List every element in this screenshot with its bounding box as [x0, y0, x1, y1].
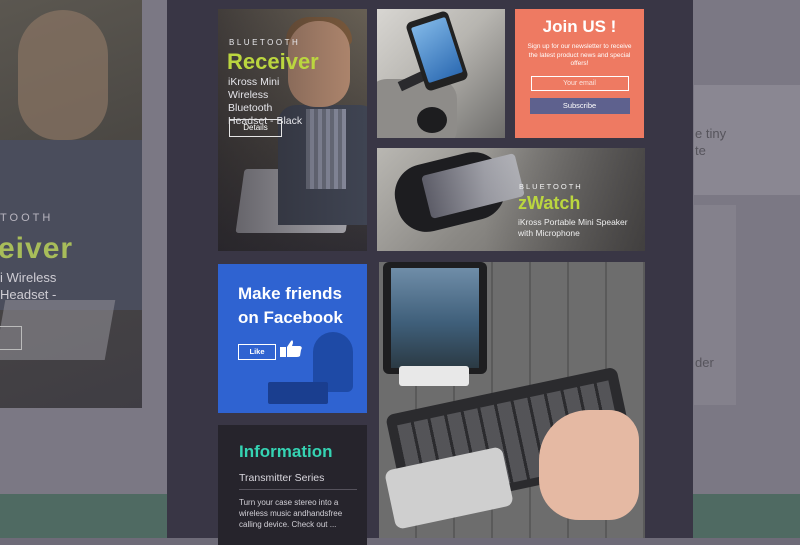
cup-mount-image	[417, 107, 447, 133]
background-hero-line2: Headset -	[0, 287, 57, 302]
background-right-text1: e tiny	[695, 126, 727, 141]
facebook-title: Make friends on Facebook	[238, 284, 343, 327]
product-grid-modal: BLUETOOTH Receiver iKross Mini Wireless …	[167, 0, 693, 545]
information-subtitle: Transmitter Series	[239, 472, 325, 484]
information-title: Information	[239, 442, 333, 461]
background-right-product	[694, 205, 736, 405]
background-hero-button	[0, 326, 22, 350]
newsletter-description: Sign up for our newsletter to receive th…	[527, 43, 632, 67]
background-hero-title: eiver	[0, 232, 74, 265]
information-divider	[239, 489, 357, 490]
receiver-details-button[interactable]: Details	[229, 119, 282, 137]
zwatch-tile[interactable]: BLUETOOTH zWatch iKross Portable Mini Sp…	[377, 148, 645, 251]
receiver-tile[interactable]: BLUETOOTH Receiver iKross Mini Wireless …	[218, 9, 367, 251]
information-description: Turn your case stereo into a wireless mu…	[239, 498, 343, 529]
email-input[interactable]: Your email	[530, 75, 629, 91]
car-seat-image	[377, 79, 457, 138]
zwatch-description: iKross Portable Mini Speaker with Microp…	[518, 217, 628, 238]
background-right-text2: te	[695, 143, 706, 158]
receiver-kicker: BLUETOOTH	[229, 38, 301, 47]
keyboard-tile[interactable]	[379, 262, 645, 538]
tablet-stand-image	[399, 366, 469, 386]
subscribe-button[interactable]: Subscribe	[529, 97, 630, 114]
tablet-screen-image	[391, 268, 479, 368]
zwatch-title: zWatch	[518, 193, 581, 213]
hero-person-face	[18, 10, 108, 140]
phone-holder-tile[interactable]	[377, 9, 505, 138]
receiver-title: Receiver	[227, 49, 319, 74]
background-hero-kicker: TOOTH	[0, 212, 54, 224]
information-tile: Information Transmitter Series Turn your…	[218, 425, 367, 545]
facebook-laptop-image	[268, 382, 328, 404]
newsletter-tile: Join US ! Sign up for our newsletter to …	[515, 9, 644, 138]
typing-hands-image	[539, 410, 639, 520]
zwatch-kicker: BLUETOOTH	[519, 182, 583, 191]
background-hero-line1: i Wireless	[0, 270, 57, 285]
facebook-tile[interactable]: Make friends on Facebook Like	[218, 264, 367, 413]
thumbs-up-icon	[280, 340, 302, 357]
newsletter-title: Join US !	[542, 17, 617, 36]
background-right-text3: der	[695, 355, 714, 370]
facebook-like-button[interactable]: Like	[238, 344, 276, 360]
